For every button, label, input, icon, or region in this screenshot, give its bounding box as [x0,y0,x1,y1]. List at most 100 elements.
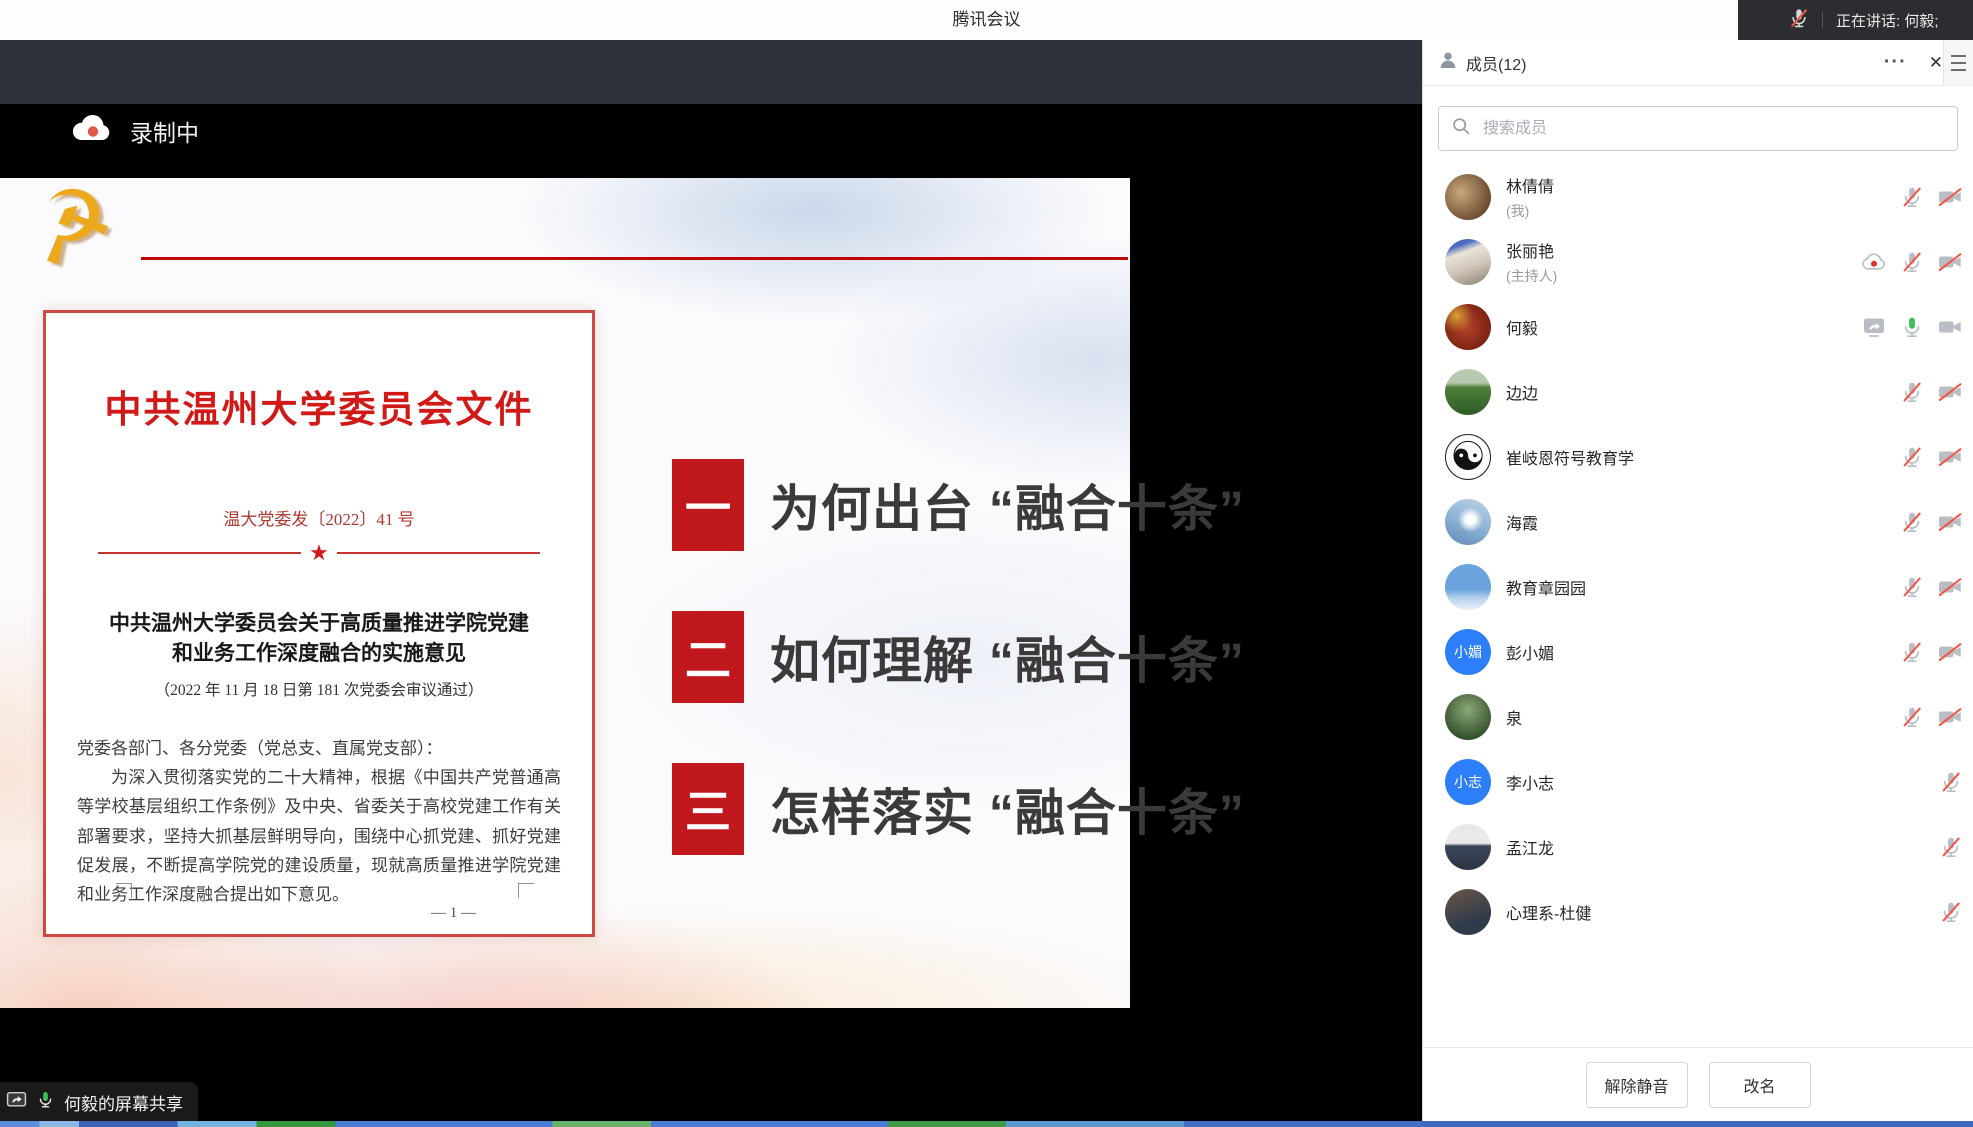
agenda-number-badge: 三 [672,763,744,855]
mic-muted-icon [1900,575,1924,599]
members-icon [1438,50,1458,75]
mic-muted-icon [1900,705,1924,729]
more-options-icon[interactable]: ··· [1884,51,1907,74]
member-name: 心理系-杜健 [1506,900,1591,924]
member-info: 教育章园园 [1506,575,1586,599]
divider [1822,11,1823,29]
member-name: 彭小媚 [1506,640,1554,664]
member-row[interactable]: 泉 [1423,684,1973,749]
avatar [1445,174,1491,220]
member-info: 彭小媚 [1506,640,1554,664]
camera-muted-icon [1937,250,1963,274]
agenda-item-text: 怎样落实 “融合十条” [770,773,1245,845]
agenda-number-badge: 一 [672,459,744,551]
camera-muted-icon [1937,185,1963,209]
member-row[interactable]: 心理系-杜健 [1423,879,1973,944]
member-row[interactable]: 孟江龙 [1423,814,1973,879]
avatar [1445,499,1491,545]
rename-button[interactable]: 改名 [1709,1062,1811,1108]
avatar: 小媚 [1445,629,1491,675]
mic-muted-icon [1900,250,1924,274]
document-salutation: 党委各部门、各分党委（党总支、直属党支部）： [77,734,561,763]
member-info: 林倩倩 (我) [1506,173,1554,221]
tencent-meeting-window: 腾讯会议 正在讲话: 何毅; [0,0,1973,1127]
member-status-icons [1900,445,1963,469]
member-name: 海霞 [1506,510,1538,534]
share-badge-label: 何毅的屏幕共享 [64,1090,183,1115]
collapsed-panel-strip[interactable] [1943,40,1973,85]
document-heading-line2: 和业务工作深度融合的实施意见 [46,638,592,668]
member-status-icons [1939,835,1963,859]
record-cloud-icon [70,113,114,150]
camera-muted-icon [1937,445,1963,469]
avatar [1445,889,1491,935]
member-row[interactable]: 张丽艳(主持人) [1423,229,1973,294]
mic-muted-icon [1900,640,1924,664]
unmute-button[interactable]: 解除静音 [1586,1062,1688,1108]
document-body: 党委各部门、各分党委（党总支、直属党支部）： 为深入贯彻落实党的二十大精神，根据… [77,734,561,909]
mic-muted-icon [1900,185,1924,209]
member-role: (我) [1506,201,1554,221]
member-name: 边边 [1506,380,1538,404]
member-row[interactable]: 小志 李小志 [1423,749,1973,814]
member-info: 心理系-杜健 [1506,900,1591,924]
star-icon: ★ [301,542,337,564]
crop-mark-left [116,883,132,898]
mic-muted-icon [1788,7,1810,34]
document-number: 温大党委发〔2022〕41 号 [46,505,592,530]
member-row[interactable]: 何毅 [1423,294,1973,359]
member-status-icons [1861,315,1963,339]
member-row[interactable]: 海霞 [1423,489,1973,554]
member-row[interactable]: ☯ 崔岐恩符号教育学 [1423,424,1973,489]
avatar [1445,694,1491,740]
recording-label: 录制中 [130,114,199,148]
mic-muted-icon [1900,380,1924,404]
search-input[interactable] [1481,119,1945,139]
document-star-rule: ★ [98,542,540,564]
member-status-icons [1900,510,1963,534]
member-list[interactable]: 林倩倩 (我) 张丽艳(主持人) 何毅 [1423,164,1973,1048]
member-role: (主持人) [1506,266,1557,286]
member-name: 教育章园园 [1506,575,1586,599]
member-info: 边边 [1506,380,1538,404]
member-name: 崔岐恩符号教育学 [1506,445,1634,469]
windows-taskbar[interactable] [0,1121,1973,1127]
document-approval-line: （2022 年 11 月 18 日第 181 次党委会审议通过） [46,678,592,700]
crop-mark-right [518,883,534,898]
document-paragraph: 为深入贯彻落实党的二十大精神，根据《中国共产党普通高等学校基层组织工作条例》及中… [77,763,561,909]
avatar [1445,824,1491,870]
agenda-item-text: 为何出台 “融合十条” [770,469,1245,541]
recording-badge: 录制中 [70,112,199,150]
member-info: 泉 [1506,705,1522,729]
close-icon[interactable]: ✕ [1929,53,1943,73]
avatar [1445,304,1491,350]
mic-muted-icon [1939,835,1963,859]
members-panel-header: 成员(12) ··· ✕ [1423,40,1973,86]
member-search-box[interactable] [1438,106,1958,151]
mic-muted-icon [1900,510,1924,534]
member-info: 海霞 [1506,510,1538,534]
member-row[interactable]: 教育章园园 [1423,554,1973,619]
mic-muted-icon [1939,770,1963,794]
search-icon [1451,116,1471,141]
member-row[interactable]: 林倩倩 (我) [1423,164,1973,229]
speaking-label: 正在讲话: 何毅; [1836,10,1939,31]
member-row[interactable]: 边边 [1423,359,1973,424]
member-name: 李小志 [1506,770,1554,794]
member-status-icons [1900,640,1963,664]
window-title: 腾讯会议 [0,0,1973,40]
mic-muted-icon [1900,445,1924,469]
document-page-number: — 1 — [431,905,476,922]
member-name: 林倩倩 [1506,173,1554,197]
mic-active-icon [36,1089,55,1115]
camera-muted-icon [1937,705,1963,729]
document-heading: 中共温州大学委员会关于高质量推进学院党建 和业务工作深度融合的实施意见 [46,608,592,669]
member-info: 崔岐恩符号教育学 [1506,445,1634,469]
share-screen-icon [6,1089,27,1115]
member-status-icons [1859,250,1963,274]
member-row[interactable]: 小媚 彭小媚 [1423,619,1973,684]
member-info: 李小志 [1506,770,1554,794]
screen-share-badge: 何毅的屏幕共享 [0,1082,198,1122]
camera-muted-icon [1937,640,1963,664]
avatar [1445,239,1491,285]
